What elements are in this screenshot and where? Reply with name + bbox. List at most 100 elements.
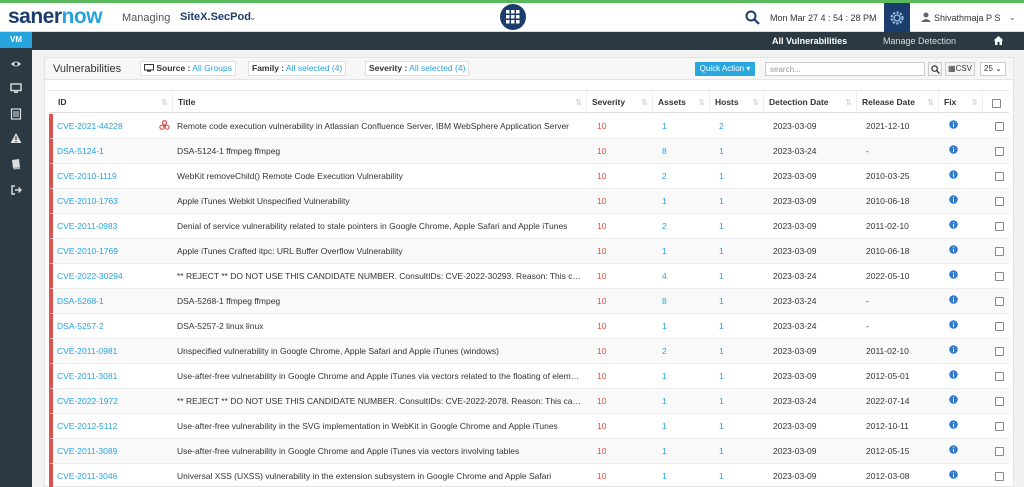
- table-row[interactable]: CVE-2010-1763 Apple iTunes Webkit Unspeci…: [49, 189, 1009, 214]
- vuln-title[interactable]: Use-after-free vulnerability in the SVG …: [177, 414, 583, 438]
- info-icon[interactable]: [949, 320, 961, 330]
- home-icon[interactable]: [993, 35, 1004, 46]
- info-icon[interactable]: [949, 145, 961, 155]
- col-hosts[interactable]: Hosts ⇅: [710, 91, 764, 114]
- hosts-count-link[interactable]: 1: [719, 439, 759, 463]
- hosts-count-link[interactable]: 1: [719, 389, 759, 413]
- table-row[interactable]: CVE-2022-1972 ** REJECT ** DO NOT USE THI…: [49, 389, 1009, 414]
- hosts-count-link[interactable]: 1: [719, 289, 759, 313]
- hosts-count-link[interactable]: 1: [719, 264, 759, 288]
- row-checkbox[interactable]: [995, 247, 1004, 256]
- row-checkbox[interactable]: [995, 222, 1004, 231]
- assets-count-link[interactable]: 1: [662, 364, 702, 388]
- chevron-down-icon[interactable]: ⌄: [249, 12, 257, 23]
- hosts-count-link[interactable]: 1: [719, 214, 759, 238]
- user-menu[interactable]: Shivathmaja P S: [934, 13, 1000, 23]
- vuln-title[interactable]: Use-after-free vulnerability in Google C…: [177, 364, 583, 388]
- col-id[interactable]: ID ⇅: [53, 91, 173, 114]
- hosts-count-link[interactable]: 1: [719, 314, 759, 338]
- vuln-id-link[interactable]: CVE-2010-1119: [57, 164, 167, 188]
- select-all-checkbox[interactable]: [992, 99, 1001, 108]
- assets-count-link[interactable]: 1: [662, 439, 702, 463]
- assets-count-link[interactable]: 1: [662, 189, 702, 213]
- table-row[interactable]: CVE-2011-0983 Denial of service vulnerabi…: [49, 214, 1009, 239]
- info-icon[interactable]: [949, 220, 961, 230]
- table-row[interactable]: CVE-2010-1119 WebKit removeChild() Remote…: [49, 164, 1009, 189]
- row-checkbox[interactable]: [995, 422, 1004, 431]
- info-icon[interactable]: [949, 245, 961, 255]
- hosts-count-link[interactable]: 1: [719, 189, 759, 213]
- assets-count-link[interactable]: 1: [662, 314, 702, 338]
- row-checkbox[interactable]: [995, 122, 1004, 131]
- assets-count-link[interactable]: 1: [662, 464, 702, 487]
- vuln-id-link[interactable]: CVE-2011-3081: [57, 364, 167, 388]
- vuln-id-link[interactable]: CVE-2011-3046: [57, 464, 167, 487]
- info-icon[interactable]: [949, 270, 961, 280]
- vuln-title[interactable]: DSA-5268-1 ffmpeg ffmpeg: [177, 289, 583, 313]
- list-icon[interactable]: [10, 108, 22, 120]
- assets-count-link[interactable]: 4: [662, 264, 702, 288]
- vuln-title[interactable]: Universal XSS (UXSS) vulnerability in th…: [177, 464, 583, 487]
- row-checkbox[interactable]: [995, 297, 1004, 306]
- assets-count-link[interactable]: 8: [662, 139, 702, 163]
- table-row[interactable]: DSA-5124-1 DSA-5124-1 ffmpeg ffmpeg 10 8 1 20…: [49, 139, 1009, 164]
- severity-filter[interactable]: Severity : All selected (4): [365, 61, 470, 76]
- row-checkbox[interactable]: [995, 322, 1004, 331]
- vuln-id-link[interactable]: DSA-5268-1: [57, 289, 167, 313]
- info-icon[interactable]: [949, 120, 961, 130]
- info-icon[interactable]: [949, 470, 961, 480]
- search-input[interactable]: [765, 62, 925, 76]
- hosts-count-link[interactable]: 1: [719, 464, 759, 487]
- brand-logo[interactable]: sanernow: [8, 5, 103, 29]
- vuln-id-link[interactable]: CVE-2022-30294: [57, 264, 167, 288]
- col-assets[interactable]: Assets ⇅: [653, 91, 710, 114]
- table-row[interactable]: CVE-2010-1769 Apple iTunes Crafted itpc: …: [49, 239, 1009, 264]
- info-icon[interactable]: [949, 345, 961, 355]
- hosts-count-link[interactable]: 1: [719, 414, 759, 438]
- info-icon[interactable]: [949, 370, 961, 380]
- chevron-down-icon[interactable]: ⌄: [1009, 13, 1016, 22]
- info-icon[interactable]: [949, 195, 961, 205]
- assets-count-link[interactable]: 1: [662, 414, 702, 438]
- assets-count-link[interactable]: 2: [662, 214, 702, 238]
- logout-icon[interactable]: [10, 184, 22, 196]
- vuln-id-link[interactable]: CVE-2011-3089: [57, 439, 167, 463]
- row-checkbox[interactable]: [995, 472, 1004, 481]
- vuln-title[interactable]: WebKit removeChild() Remote Code Executi…: [177, 164, 583, 188]
- info-icon[interactable]: [949, 295, 961, 305]
- csv-export-button[interactable]: ▦CSV: [945, 62, 975, 76]
- vuln-title[interactable]: ** REJECT ** DO NOT USE THIS CANDIDATE N…: [177, 389, 583, 413]
- hosts-count-link[interactable]: 1: [719, 164, 759, 188]
- hosts-count-link[interactable]: 1: [719, 364, 759, 388]
- tab-all-vulnerabilities[interactable]: All Vulnerabilities: [772, 36, 847, 46]
- row-checkbox[interactable]: [995, 172, 1004, 181]
- hosts-count-link[interactable]: 1: [719, 239, 759, 263]
- table-row[interactable]: CVE-2011-3046 Universal XSS (UXSS) vulner…: [49, 464, 1009, 487]
- vuln-id-link[interactable]: CVE-2012-5112: [57, 414, 167, 438]
- vuln-title[interactable]: Unspecified vulnerability in Google Chro…: [177, 339, 583, 363]
- row-checkbox[interactable]: [995, 397, 1004, 406]
- info-icon[interactable]: [949, 445, 961, 455]
- warning-icon[interactable]: [10, 132, 22, 144]
- page-size-select[interactable]: 25 ⌄: [980, 62, 1006, 76]
- col-title[interactable]: Title ⇅: [173, 91, 587, 114]
- row-checkbox[interactable]: [995, 197, 1004, 206]
- table-row[interactable]: CVE-2011-3089 Use-after-free vulnerabilit…: [49, 439, 1009, 464]
- vuln-id-link[interactable]: DSA-5257-2: [57, 314, 167, 338]
- vuln-title[interactable]: Remote code execution vulnerability in A…: [177, 114, 583, 138]
- family-filter[interactable]: Family : All selected (4): [248, 61, 347, 76]
- tab-manage-detection[interactable]: Manage Detection: [883, 36, 956, 46]
- apps-grid-button[interactable]: [500, 4, 526, 30]
- search-button[interactable]: [928, 62, 942, 76]
- quick-action-button[interactable]: Quick Action ▾: [695, 62, 755, 76]
- assets-count-link[interactable]: 2: [662, 164, 702, 188]
- vuln-id-link[interactable]: CVE-2011-0981: [57, 339, 167, 363]
- hosts-count-link[interactable]: 1: [719, 139, 759, 163]
- row-checkbox[interactable]: [995, 147, 1004, 156]
- vuln-id-link[interactable]: CVE-2021-44228: [57, 114, 167, 138]
- vuln-id-link[interactable]: CVE-2011-0983: [57, 214, 167, 238]
- vuln-title[interactable]: ** REJECT ** DO NOT USE THIS CANDIDATE N…: [177, 264, 583, 288]
- vuln-title[interactable]: DSA-5124-1 ffmpeg ffmpeg: [177, 139, 583, 163]
- assets-count-link[interactable]: 1: [662, 114, 702, 138]
- site-selector[interactable]: SiteX.SecPod: [180, 11, 251, 23]
